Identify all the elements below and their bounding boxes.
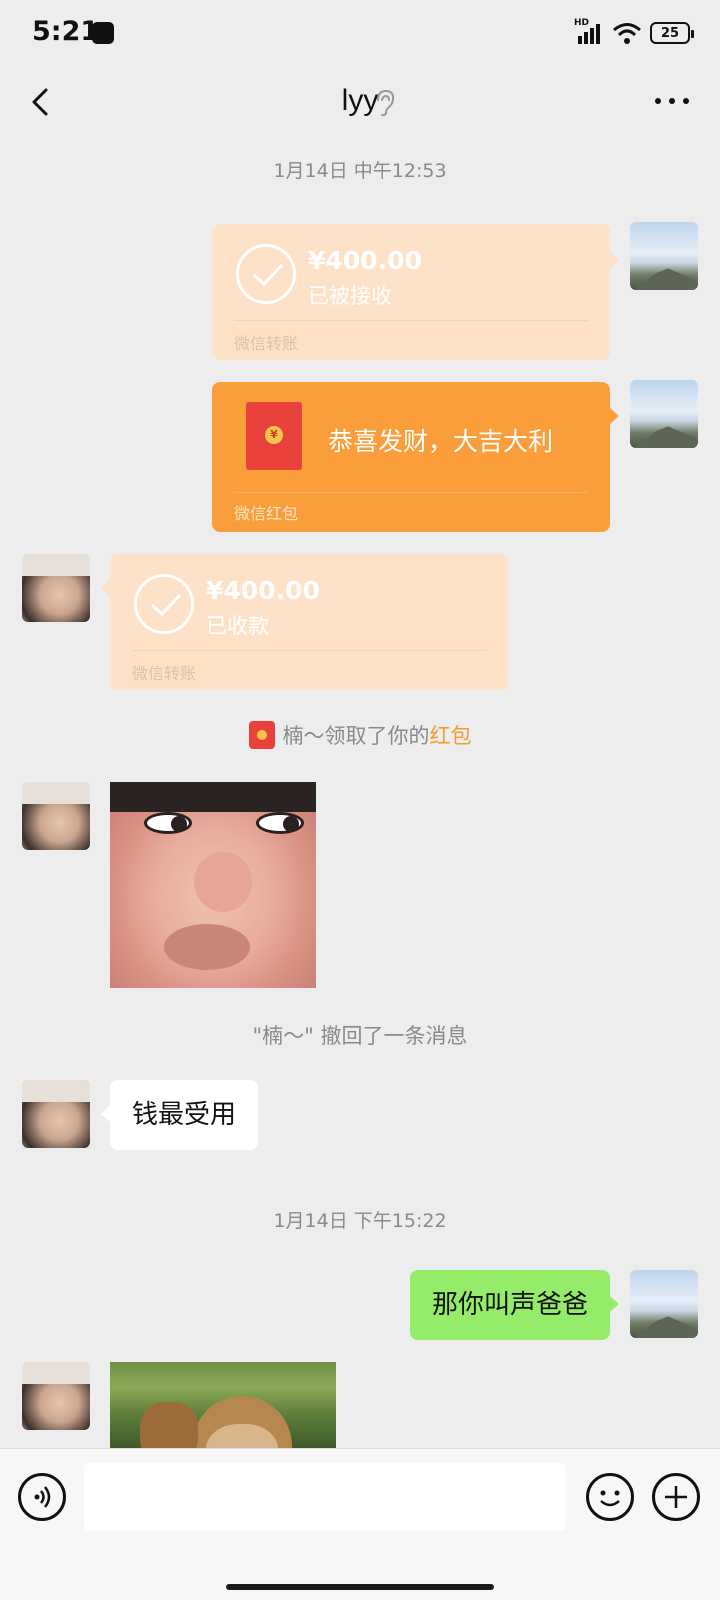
transfer-footer: 微信转账: [234, 334, 299, 353]
hd-label: HD: [574, 18, 590, 28]
red-packet-icon: [248, 721, 275, 749]
bubble-tail: [101, 1106, 110, 1122]
status-bar: 5:21 HD 25: [0, 0, 720, 64]
timestamp: 1月14日 下午15:22: [273, 1210, 447, 1232]
chat-header: lyy: [0, 64, 720, 142]
eye-shape: [144, 812, 192, 834]
recall-notice: "楠～" 撤回了一条消息: [252, 1024, 468, 1048]
bubble-tail: [101, 580, 110, 596]
bubble-tail: [610, 1296, 619, 1312]
message-bubble-received[interactable]: 钱最受用: [110, 1080, 259, 1150]
transfer-status: 已收款: [206, 614, 269, 638]
emoji-button[interactable]: [586, 1473, 634, 1521]
wifi-icon: [612, 21, 642, 45]
avatar-contact[interactable]: [22, 782, 90, 850]
transfer-footer: 微信转账: [132, 664, 197, 683]
red-packet-link[interactable]: 红包: [430, 724, 472, 748]
status-time: 5:21: [32, 16, 100, 47]
avatar-contact[interactable]: [22, 1080, 90, 1148]
red-packet-card[interactable]: 恭喜发财，大吉大利 微信红包: [212, 382, 610, 532]
avatar-contact[interactable]: [22, 1362, 90, 1430]
face-sticker-image[interactable]: [110, 782, 316, 988]
message-input[interactable]: [84, 1463, 566, 1531]
transfer-amount: ¥400.00: [308, 246, 422, 275]
emoji-icon: [600, 1490, 620, 1507]
card-divider: [234, 492, 588, 493]
ear-icon: [377, 89, 395, 117]
transfer-status: 已被接收: [308, 284, 392, 308]
message-bubble-sent[interactable]: 那你叫声爸爸: [409, 1270, 610, 1340]
capcut-icon: [92, 22, 114, 44]
red-packet-icon: [246, 402, 302, 470]
voice-icon: [34, 1486, 51, 1508]
card-divider: [132, 650, 486, 651]
eye-shape: [256, 812, 304, 834]
card-divider: [234, 320, 588, 321]
red-packet-greeting: 恭喜发财，大吉大利: [328, 427, 554, 456]
bubble-tail: [610, 252, 619, 268]
chat-title: lyy: [341, 84, 379, 117]
status-indicators: HD 25: [574, 18, 694, 46]
transfer-card-sent[interactable]: ¥400.00 已被接收 微信转账: [212, 224, 610, 360]
avatar-self[interactable]: [630, 380, 698, 448]
check-circle-icon: [134, 574, 194, 634]
red-packet-received-notice: 楠～领取了你的红包: [0, 720, 720, 750]
monkey-sticker-image[interactable]: [110, 1362, 336, 1448]
timestamp: 1月14日 中午12:53: [273, 160, 447, 182]
red-packet-footer: 微信红包: [234, 504, 299, 523]
avatar-self[interactable]: [630, 1270, 698, 1338]
avatar-self[interactable]: [630, 222, 698, 290]
input-bar: [0, 1448, 720, 1600]
more-functions-button[interactable]: [652, 1473, 700, 1521]
notice-text: 楠～领取了你的: [282, 724, 430, 748]
check-circle-icon: [236, 244, 296, 304]
home-indicator[interactable]: [226, 1584, 494, 1590]
bubble-tail: [610, 408, 619, 424]
lips-shape: [164, 924, 250, 970]
transfer-amount: ¥400.00: [206, 576, 320, 605]
transfer-card-received[interactable]: ¥400.00 已收款 微信转账: [110, 554, 508, 690]
voice-input-button[interactable]: [18, 1473, 66, 1521]
nose-shape: [194, 852, 252, 912]
battery-icon: 25: [650, 22, 694, 44]
signal-icon: HD: [574, 18, 604, 44]
more-options-icon[interactable]: [650, 86, 694, 116]
plus-icon: [665, 1486, 687, 1508]
avatar-contact[interactable]: [22, 554, 90, 622]
